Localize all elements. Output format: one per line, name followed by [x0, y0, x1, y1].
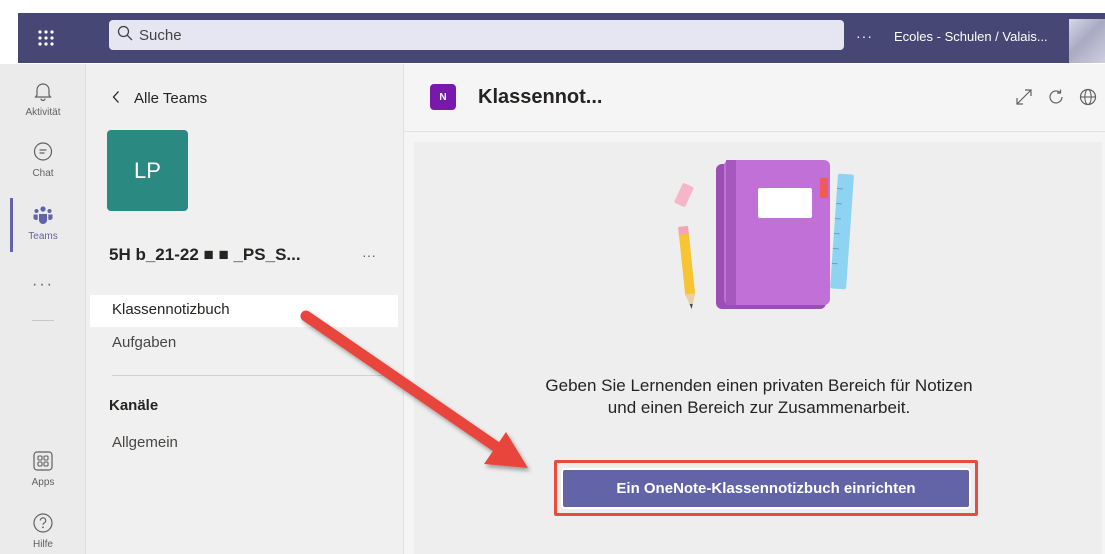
divider	[32, 320, 54, 321]
rail-item-label: Aktivität	[25, 107, 61, 118]
tab-header: N Klassennot...	[404, 64, 1105, 132]
chat-icon	[32, 141, 54, 166]
rail-item-help[interactable]: Hilfe	[0, 512, 86, 550]
apps-icon	[32, 450, 54, 475]
top-bar: Suche ··· Ecoles - Schulen / Valais...	[0, 0, 1105, 64]
button-highlight-annotation: Ein OneNote-Klassennotizbuch einrichten	[554, 460, 978, 516]
back-to-all-teams-link[interactable]: Alle Teams	[112, 90, 207, 108]
search-icon	[117, 25, 133, 46]
more-options-button[interactable]: ···	[856, 28, 873, 44]
team-more-options-button[interactable]: ···	[362, 247, 376, 263]
rail-item-label: Chat	[32, 168, 54, 179]
rail-item-label: Hilfe	[32, 539, 53, 550]
nav-item-aufgaben[interactable]: Aufgaben	[112, 334, 176, 351]
rail-item-teams[interactable]: Teams	[0, 204, 86, 242]
notebook-illustration	[654, 154, 864, 314]
onenote-icon: N	[430, 84, 456, 110]
main-content: N Klassennot... Geben Sie Lernenden eine…	[404, 64, 1105, 554]
setup-notebook-button[interactable]: Ein OneNote-Klassennotizbuch einrichten	[561, 468, 971, 509]
tenant-name[interactable]: Ecoles - Schulen / Valais...	[894, 29, 1048, 44]
description: Geben Sie Lernenden einen privaten Berei…	[474, 375, 1044, 419]
app-launcher-icon[interactable]	[18, 13, 74, 63]
team-pane: Alle Teams LP 5H b_21-22 ■ ■ _PS_S... ··…	[86, 64, 404, 554]
teams-icon	[32, 204, 54, 229]
more-apps-button[interactable]: ···	[0, 276, 86, 294]
rail-item-chat[interactable]: Chat	[0, 141, 86, 179]
chevron-left-icon	[112, 90, 120, 108]
team-name: 5H b_21-22 ■ ■ _PS_S...	[109, 245, 301, 264]
globe-icon[interactable]	[1079, 88, 1097, 111]
help-icon	[32, 512, 54, 537]
header-actions	[1015, 88, 1097, 111]
rail-item-label: Teams	[28, 231, 58, 242]
avatar[interactable]	[1069, 19, 1105, 63]
bell-icon	[32, 80, 54, 105]
channels-heading: Kanäle	[109, 397, 159, 414]
rail-item-label: Apps	[31, 477, 55, 488]
title-bar: Suche ··· Ecoles - Schulen / Valais...	[18, 13, 1105, 63]
back-label: Alle Teams	[134, 90, 208, 107]
description-line: Geben Sie Lernenden einen privaten Berei…	[545, 376, 973, 395]
divider	[112, 375, 400, 376]
setup-card: Geben Sie Lernenden einen privaten Berei…	[414, 142, 1102, 554]
app-rail: Aktivität Chat Teams ··· Apps Hilfe	[0, 64, 86, 554]
description-line: und einen Bereich zur Zusammenarbeit.	[607, 398, 911, 417]
search-input[interactable]: Suche	[109, 20, 844, 50]
rail-item-apps[interactable]: Apps	[0, 450, 86, 488]
team-avatar: LP	[107, 130, 188, 211]
channel-item-allgemein[interactable]: Allgemein	[112, 434, 178, 451]
refresh-icon[interactable]	[1047, 88, 1065, 111]
rail-item-activity[interactable]: Aktivität	[0, 80, 86, 118]
search-placeholder: Suche	[139, 26, 182, 44]
nav-item-klassennotizbuch[interactable]: Klassennotizbuch	[112, 301, 230, 318]
page-title: Klassennot...	[478, 86, 603, 108]
expand-icon[interactable]	[1015, 88, 1033, 111]
